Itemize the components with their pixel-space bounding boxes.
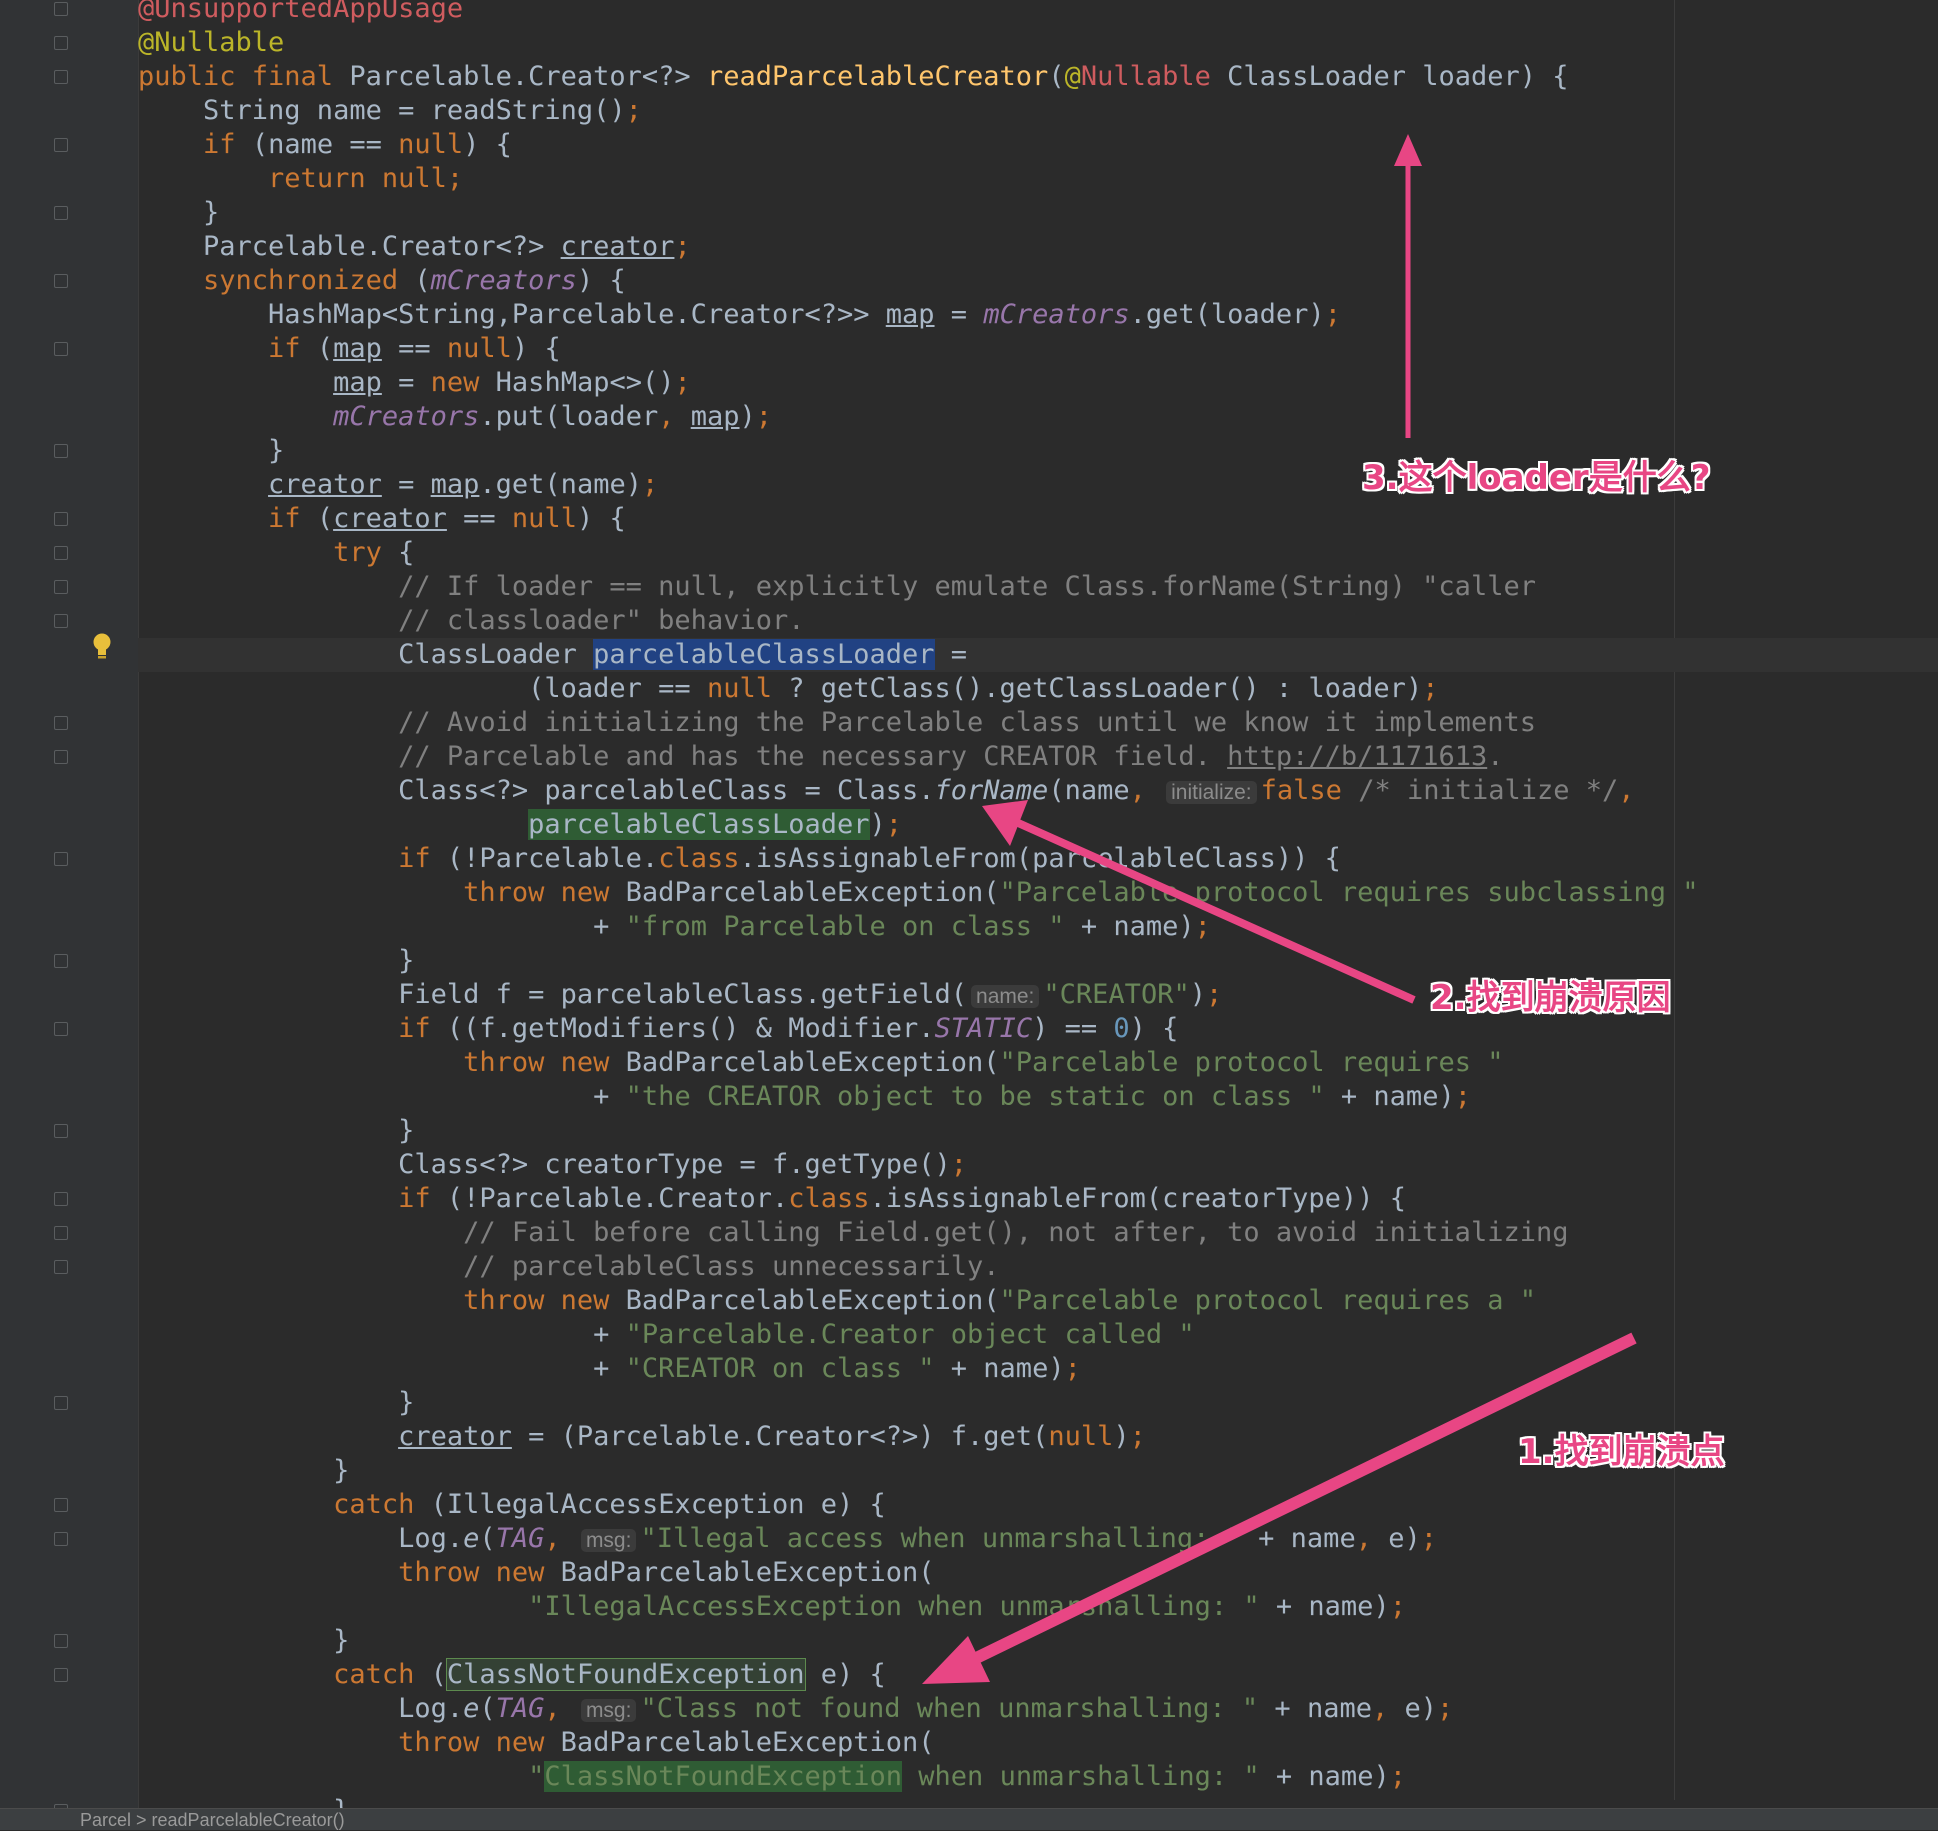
arrow-cause [982, 800, 1416, 1004]
arrow-point [922, 1332, 1637, 1684]
arrow-loader [1394, 134, 1422, 438]
annotation-loader-question: 3.这个loader是什么? [1362, 458, 1711, 498]
annotation-arrows [922, 134, 1637, 1684]
annotation-crash-point: 1.找到崩溃点 [1518, 1432, 1725, 1472]
annotation-crash-cause: 2.找到崩溃原因 [1430, 978, 1671, 1018]
